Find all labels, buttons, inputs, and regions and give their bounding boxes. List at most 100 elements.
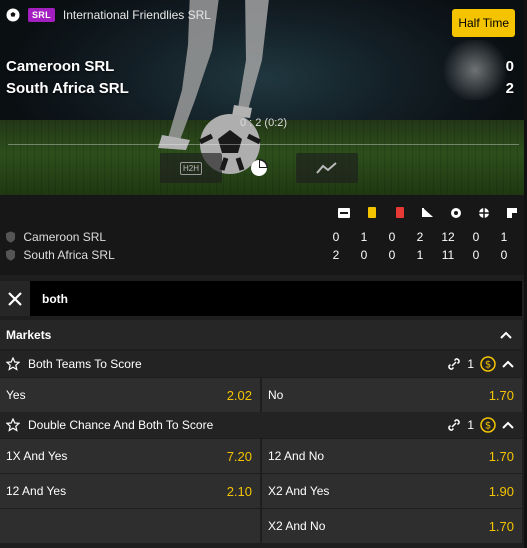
hero-divider (8, 144, 519, 145)
link-icon (448, 358, 461, 370)
stat-corners: 0 (332, 230, 340, 244)
odds-row: Yes 2.02 No 1.70 (0, 378, 522, 412)
match-hero: SRL International Friendlies SRL Half Ti… (0, 0, 527, 195)
match-statistics: Cameroon SRL 0 1 0 2 12 0 1 South Africa… (0, 195, 527, 275)
odds-placeholder (0, 509, 260, 543)
stat-substitutions: 1 (500, 230, 508, 244)
away-team-score: 2 (505, 80, 514, 97)
market-actions: 1 $ (447, 417, 514, 433)
odds-button-1x-and-yes[interactable]: 1X And Yes 7.20 (0, 439, 260, 473)
cashout-icon: $ (480, 417, 496, 433)
market-header-both-teams-to-score[interactable]: Both Teams To Score 1 $ (0, 351, 522, 377)
stats-values: 2 0 0 1 11 0 0 (322, 248, 518, 262)
markets-header[interactable]: Markets (0, 320, 522, 349)
market-actions: 1 $ (447, 356, 514, 372)
stat-yellow-cards: 0 (360, 248, 368, 262)
stat-substitutions: 0 (500, 248, 508, 262)
shield-icon (6, 231, 16, 243)
home-team-name: Cameroon SRL (6, 58, 115, 75)
market-header-double-chance-btts[interactable]: Double Chance And Both To Score 1 $ (0, 412, 522, 438)
link-count: 1 (467, 418, 474, 432)
outcome-label: X2 And No (268, 519, 326, 533)
svg-text:$: $ (485, 421, 491, 432)
market-name: Double Chance And Both To Score (28, 418, 214, 432)
outcome-label: No (268, 388, 284, 402)
outcome-label: X2 And Yes (268, 484, 330, 498)
shield-icon (6, 249, 16, 261)
penalty-icon (414, 207, 442, 222)
tab-head-to-head[interactable]: H2H (160, 153, 222, 183)
chevron-up-icon[interactable] (500, 331, 512, 339)
srl-badge: SRL (28, 8, 55, 22)
outcome-price: 1.70 (488, 387, 514, 403)
star-icon[interactable] (6, 357, 20, 371)
corners-icon (330, 207, 358, 222)
shots-on-target-icon (442, 207, 470, 222)
odds-row: 1X And Yes 7.20 12 And No 1.70 (0, 439, 522, 473)
outcome-price: 7.20 (226, 448, 252, 464)
stats-team-name: Cameroon SRL (23, 230, 107, 244)
tab-statistics[interactable] (228, 153, 290, 183)
outcome-price: 1.70 (488, 448, 514, 464)
stats-team-name: South Africa SRL (23, 248, 115, 262)
stats-row-home: Cameroon SRL 0 1 0 2 12 0 1 (6, 230, 518, 244)
stat-red-cards: 0 (388, 248, 396, 262)
red-card-icon (386, 207, 414, 222)
odds-button-x2-and-yes[interactable]: X2 And Yes 1.90 (262, 474, 522, 508)
scoreboard-row-home: Cameroon SRL 0 (6, 58, 514, 75)
outcome-price: 1.90 (488, 483, 514, 499)
stat-corners: 2 (332, 248, 340, 262)
stats-values: 0 1 0 2 12 0 1 (322, 230, 518, 244)
league-name[interactable]: International Friendlies SRL (63, 8, 211, 22)
markets-title: Markets (6, 327, 52, 342)
outcome-label: 1X And Yes (6, 449, 68, 463)
close-icon (8, 291, 22, 306)
outcome-label: 12 And No (268, 449, 325, 463)
odds-row: 12 And Yes 2.10 X2 And Yes 1.90 (0, 474, 522, 508)
link-count: 1 (467, 357, 474, 371)
clear-search-button[interactable] (0, 281, 30, 316)
stat-shots-on: 11 (441, 248, 455, 262)
away-team-name: South Africa SRL (6, 80, 129, 97)
odds-button-yes[interactable]: Yes 2.02 (0, 378, 260, 412)
stat-shots-on: 12 (441, 230, 455, 244)
stat-yellow-cards: 1 (360, 230, 368, 244)
halftime-score: 0 : 2 (0:2) (239, 117, 288, 129)
stat-red-cards: 0 (388, 230, 396, 244)
outcome-price: 2.02 (226, 387, 252, 403)
star-icon[interactable] (6, 418, 20, 432)
shots-off-target-icon (470, 207, 498, 222)
tab-momentum[interactable] (296, 153, 358, 183)
market-search (0, 281, 522, 316)
odds-button-12-and-no[interactable]: 12 And No 1.70 (262, 439, 522, 473)
odds-button-no[interactable]: No 1.70 (262, 378, 522, 412)
cashout-icon: $ (480, 356, 496, 372)
scoreboard-row-away: South Africa SRL 2 (6, 80, 514, 97)
chevron-up-icon[interactable] (502, 360, 514, 368)
stat-shots-off: 0 (472, 230, 480, 244)
pie-chart-icon (251, 159, 268, 176)
match-header: SRL International Friendlies SRL (0, 0, 527, 30)
home-team-score: 0 (505, 58, 514, 75)
outcome-price: 1.70 (488, 518, 514, 534)
chevron-up-icon[interactable] (502, 421, 514, 429)
link-icon (448, 419, 461, 431)
odds-button-x2-and-no[interactable]: X2 And No 1.70 (262, 509, 522, 543)
match-status-button[interactable]: Half Time (452, 9, 515, 37)
odds-row: X2 And No 1.70 (0, 509, 522, 543)
stat-shots-off: 0 (472, 248, 480, 262)
yellow-card-icon (358, 207, 386, 222)
stat-penalties: 2 (416, 230, 424, 244)
svg-text:$: $ (485, 360, 491, 371)
market-name: Both Teams To Score (28, 357, 142, 371)
search-input[interactable] (42, 291, 442, 306)
stat-penalties: 1 (416, 248, 424, 262)
view-tabs: H2H (160, 153, 358, 183)
outcome-label: 12 And Yes (6, 484, 67, 498)
line-chart-icon (316, 162, 337, 174)
odds-button-12-and-yes[interactable]: 12 And Yes 2.10 (0, 474, 260, 508)
stats-row-away: South Africa SRL 2 0 0 1 11 0 0 (6, 248, 518, 262)
h2h-icon: H2H (179, 161, 202, 175)
outcome-label: Yes (6, 388, 26, 402)
substitution-icon (498, 207, 526, 222)
